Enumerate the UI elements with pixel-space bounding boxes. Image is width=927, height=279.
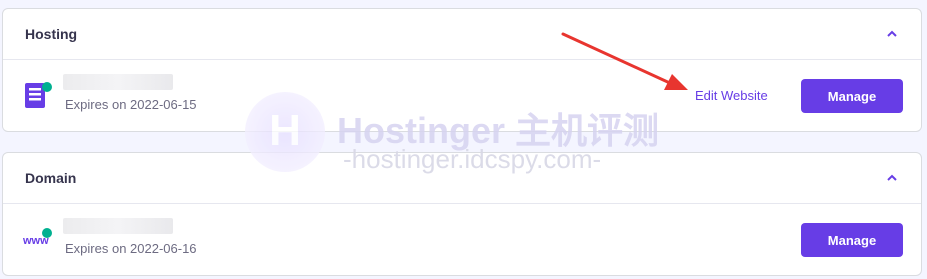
domain-name-redacted [63,218,173,234]
domain-card: Domain www Expires on 2022-06-16 Manage [2,152,922,276]
domain-expiry: Expires on 2022-06-16 [65,241,197,256]
hosting-server-icon [25,82,52,108]
hosting-title: Hosting [25,26,78,42]
domain-card-header[interactable]: Domain [3,153,921,204]
hosting-card-header[interactable]: Hosting [3,9,921,60]
domain-title: Domain [25,170,77,186]
hosting-manage-button[interactable]: Manage [801,79,903,113]
edit-website-link[interactable]: Edit Website [695,88,768,103]
hosting-card: Hosting Expires on 2022-06-15 Edit Websi… [2,8,922,132]
hosting-name-redacted [63,74,173,90]
chevron-up-icon[interactable] [885,27,899,41]
domain-item: www Expires on 2022-06-16 Manage [3,204,921,276]
domain-manage-button[interactable]: Manage [801,223,903,257]
hosting-item: Expires on 2022-06-15 Edit Website Manag… [3,60,921,132]
hosting-expiry: Expires on 2022-06-15 [65,97,197,112]
www-domain-icon: www [23,228,52,247]
chevron-up-icon[interactable] [885,171,899,185]
